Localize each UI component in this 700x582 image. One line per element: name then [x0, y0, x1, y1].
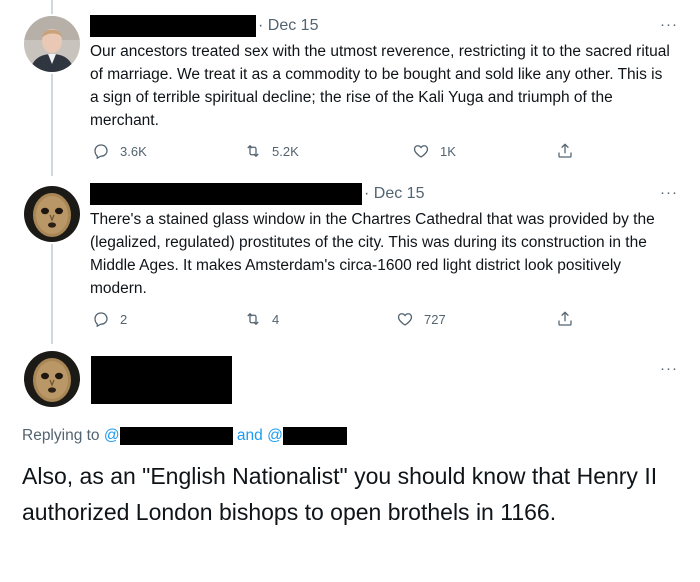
- more-icon[interactable]: ···: [660, 360, 678, 377]
- share-icon: [558, 311, 572, 326]
- tweet-1[interactable]: · Dec 15 ··· Our ancestors treated sex w…: [0, 0, 700, 180]
- retweet-button[interactable]: 5.2K: [244, 142, 299, 160]
- reply-button[interactable]: 2: [92, 310, 127, 328]
- retweet-count: 4: [272, 311, 280, 327]
- like-button[interactable]: 1K: [412, 142, 456, 160]
- more-icon[interactable]: ···: [660, 184, 678, 201]
- reply-count: 2: [120, 311, 128, 327]
- tweet-date[interactable]: · Dec 15: [364, 185, 424, 203]
- at-sign: @: [267, 427, 283, 445]
- like-icon: [397, 313, 413, 326]
- tweet-actions: 3.6K 5.2K 1K: [90, 142, 590, 164]
- redacted-author: [90, 183, 362, 205]
- reply-button[interactable]: 3.6K: [92, 142, 147, 160]
- like-count: 1K: [440, 143, 456, 159]
- mention-link-2[interactable]: @: [267, 427, 347, 445]
- tweet-2[interactable]: · Dec 15 ··· There's a stained glass win…: [0, 180, 700, 348]
- like-count: 727: [424, 311, 446, 327]
- retweet-icon: [247, 312, 259, 326]
- replying-to-label: Replying to: [22, 427, 100, 445]
- tweet-text: Our ancestors treated sex with the utmos…: [90, 43, 670, 129]
- redacted-handle-2: [282, 427, 347, 445]
- replying-to: Replying to @ and @: [22, 427, 347, 445]
- at-sign: @: [103, 427, 120, 445]
- redacted-author: [91, 356, 232, 404]
- retweet-icon: [247, 144, 259, 158]
- and-label: and: [236, 427, 263, 445]
- share-button[interactable]: [556, 142, 584, 160]
- date-text: Dec 15: [373, 185, 425, 202]
- reply-icon: [94, 144, 108, 160]
- tweet-header: · Dec 15: [90, 183, 424, 205]
- redacted-author: [90, 15, 256, 37]
- main-tweet-text: Also, as an "English Nationalist" you sh…: [22, 463, 658, 525]
- like-icon: [413, 145, 429, 158]
- retweet-count: 5.2K: [272, 143, 299, 159]
- share-icon: [558, 143, 572, 158]
- share-button[interactable]: [556, 310, 584, 328]
- mention-link-1[interactable]: @: [104, 427, 233, 445]
- avatar[interactable]: [24, 351, 80, 407]
- redacted-handle-1: [119, 427, 233, 445]
- avatar[interactable]: [24, 186, 80, 242]
- retweet-button[interactable]: 4: [244, 310, 279, 328]
- tweet-date[interactable]: · Dec 15: [258, 17, 318, 35]
- like-button[interactable]: 727: [396, 310, 446, 328]
- tweet-text: There's a stained glass window in the Ch…: [90, 211, 655, 297]
- date-separator: ·: [258, 17, 264, 34]
- tweet-actions: 2 4 727: [90, 310, 590, 332]
- reply-icon: [94, 312, 108, 328]
- reply-count: 3.6K: [120, 143, 147, 159]
- more-icon[interactable]: ···: [660, 16, 678, 33]
- avatar[interactable]: [24, 16, 80, 72]
- date-text: Dec 15: [267, 17, 319, 34]
- tweet-header: · Dec 15: [90, 15, 318, 37]
- date-separator: ·: [364, 185, 370, 202]
